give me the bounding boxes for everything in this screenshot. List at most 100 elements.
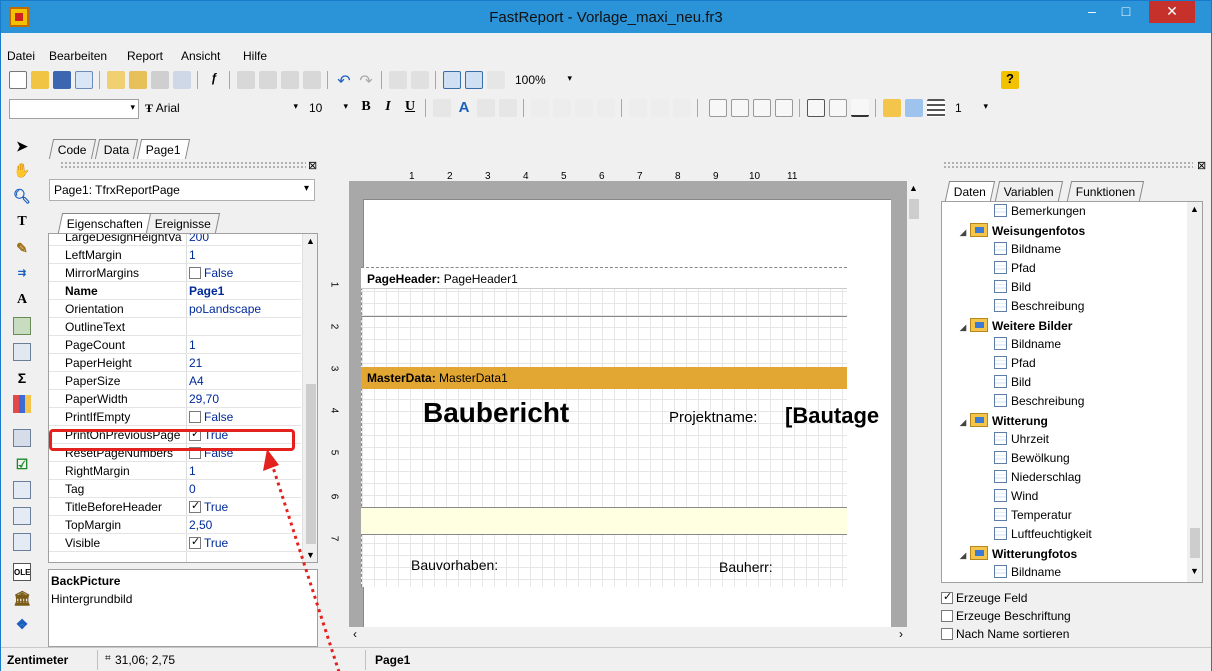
tab-data[interactable]: Data [94, 139, 139, 159]
fill-color-icon[interactable] [883, 99, 901, 117]
new-dialog-icon[interactable] [129, 71, 147, 89]
projektname-label[interactable]: Projektname: [669, 409, 757, 426]
menu-hilfe[interactable]: Hilfe [243, 49, 267, 63]
tree-scrollbar[interactable]: ▲ ▼ [1187, 202, 1202, 582]
align-justify-icon[interactable] [597, 99, 615, 117]
tree-item[interactable]: Bildname [994, 242, 1061, 260]
frame-none-icon[interactable] [829, 99, 847, 117]
property-value[interactable]: A4 [189, 374, 204, 388]
tree-item[interactable]: Temperatur [994, 508, 1072, 526]
property-row[interactable]: LeftMargin 1 [49, 246, 301, 264]
property-row[interactable]: OutlineText [49, 318, 301, 336]
scroll-thumb[interactable] [1190, 528, 1200, 558]
scroll-down-icon[interactable]: ▼ [1190, 566, 1199, 576]
fit-to-grid-icon[interactable] [487, 71, 505, 89]
frame-color-icon[interactable] [905, 99, 923, 117]
report-title-text[interactable]: Baubericht [423, 397, 569, 429]
style-combo[interactable]: ▾ [9, 99, 139, 119]
text-tool-icon[interactable]: T [13, 213, 31, 231]
frame-right-icon[interactable] [775, 99, 793, 117]
italic-button[interactable]: I [379, 99, 397, 117]
checkbox-checked[interactable] [189, 499, 201, 513]
scroll-thumb[interactable] [909, 199, 919, 219]
band-icon[interactable]: ⇉ [13, 265, 31, 283]
property-value[interactable]: False [189, 266, 233, 280]
scroll-up-icon[interactable]: ▲ [909, 183, 918, 193]
zoom-combo[interactable]: 100% ▾ [511, 71, 575, 91]
scroll-up-icon[interactable]: ▲ [1190, 204, 1199, 214]
expand-icon[interactable]: ◢ [960, 323, 970, 332]
align-middle-icon[interactable] [651, 99, 669, 117]
copy-icon[interactable] [259, 71, 277, 89]
frame-bottom-icon[interactable] [731, 99, 749, 117]
select-arrow-icon[interactable]: ➤ [13, 137, 31, 155]
tab-code[interactable]: Code [48, 139, 96, 159]
minimize-button[interactable]: – [1075, 1, 1109, 23]
function-icon[interactable]: ƒ [205, 71, 223, 89]
property-value[interactable]: 2,50 [189, 518, 212, 532]
save-icon[interactable] [53, 71, 71, 89]
property-value[interactable]: 200 [189, 234, 209, 244]
object-selector[interactable]: Page1: TfrxReportPage ▾ [49, 179, 315, 201]
frame-width-combo[interactable]: 1 ▾ [951, 99, 991, 119]
format-brush-icon[interactable]: ✎ [13, 239, 31, 257]
tree-item[interactable]: Bild [994, 375, 1031, 393]
undo-icon[interactable]: ↶ [335, 71, 353, 90]
inspector-grip[interactable] [60, 161, 306, 169]
tree-item[interactable]: Beschreibung [994, 394, 1084, 412]
frame-style-icon[interactable] [927, 99, 945, 117]
property-row[interactable]: LargeDesignHeightVa 200 [49, 234, 301, 246]
maximize-button[interactable]: □ [1109, 1, 1143, 23]
property-row[interactable]: Visible True [49, 534, 301, 552]
close-button[interactable]: ✕ [1149, 1, 1195, 23]
tree-item[interactable]: Niederschlag [994, 470, 1081, 488]
property-row[interactable]: TopMargin 2,50 [49, 516, 301, 534]
expand-icon[interactable]: ◢ [960, 418, 970, 427]
richtext-icon[interactable] [13, 481, 31, 499]
tree-item[interactable]: Pfad [994, 356, 1036, 374]
property-value[interactable]: 1 [189, 248, 196, 262]
footer-band[interactable] [361, 507, 847, 535]
expand-icon[interactable]: ◢ [960, 228, 970, 237]
tree-group[interactable]: ◢ Witterungfotos [960, 546, 1077, 564]
menu-datei[interactable]: Datei [7, 49, 35, 63]
panel-close-icon[interactable]: ⊠ [308, 159, 317, 172]
tree-item[interactable]: Bild [994, 280, 1031, 298]
tree-item[interactable]: Bemerkungen [994, 204, 1086, 222]
tab-variablen[interactable]: Variablen [994, 181, 1063, 201]
scroll-right-icon[interactable]: › [899, 627, 903, 641]
page-header-body[interactable] [361, 289, 847, 317]
sum-icon[interactable]: Σ [13, 369, 31, 387]
align-left-icon[interactable] [531, 99, 549, 117]
checkbox[interactable] [189, 267, 201, 279]
canvas-vertical-scrollbar[interactable]: ▲ [907, 181, 921, 627]
tab-ereignisse[interactable]: Ereignisse [145, 213, 221, 233]
property-row[interactable]: Tag 0 [49, 480, 301, 498]
scroll-thumb[interactable] [306, 384, 316, 544]
group-icon[interactable] [389, 71, 407, 89]
underline-button[interactable]: U [401, 99, 419, 117]
scroll-down-icon[interactable]: ▼ [306, 550, 315, 560]
bold-button[interactable]: B [357, 99, 375, 117]
tree-group[interactable]: ◢ Witterung [960, 413, 1048, 431]
redo-icon[interactable]: ↷ [357, 71, 375, 90]
bank-icon[interactable]: 🏛︎ [13, 589, 31, 607]
crosstab-icon[interactable] [13, 507, 31, 525]
scroll-up-icon[interactable]: ▲ [306, 236, 315, 246]
checkbox-checked[interactable] [189, 535, 201, 549]
menu-report[interactable]: Report [127, 49, 163, 63]
property-value[interactable]: poLandscape [189, 302, 261, 316]
property-value[interactable]: True [189, 499, 228, 514]
font-size-combo[interactable]: 10 ▾ [305, 99, 351, 119]
tab-eigenschaften[interactable]: Eigenschaften [57, 213, 153, 233]
frame-all-icon[interactable] [807, 99, 825, 117]
property-row[interactable]: RightMargin 1 [49, 462, 301, 480]
bauherr-label[interactable]: Bauherr: [719, 559, 773, 575]
property-value[interactable]: True [189, 535, 228, 550]
property-row[interactable]: Orientation poLandscape [49, 300, 301, 318]
open-icon[interactable] [31, 71, 49, 89]
font-name-combo[interactable]: Ŧ Arial ▾ [141, 99, 301, 119]
title-bar[interactable]: FastReport - Vorlage_maxi_neu.fr3 – □ ✕ [1, 1, 1211, 33]
show-grid-icon[interactable] [443, 71, 461, 89]
align-right-icon[interactable] [575, 99, 593, 117]
